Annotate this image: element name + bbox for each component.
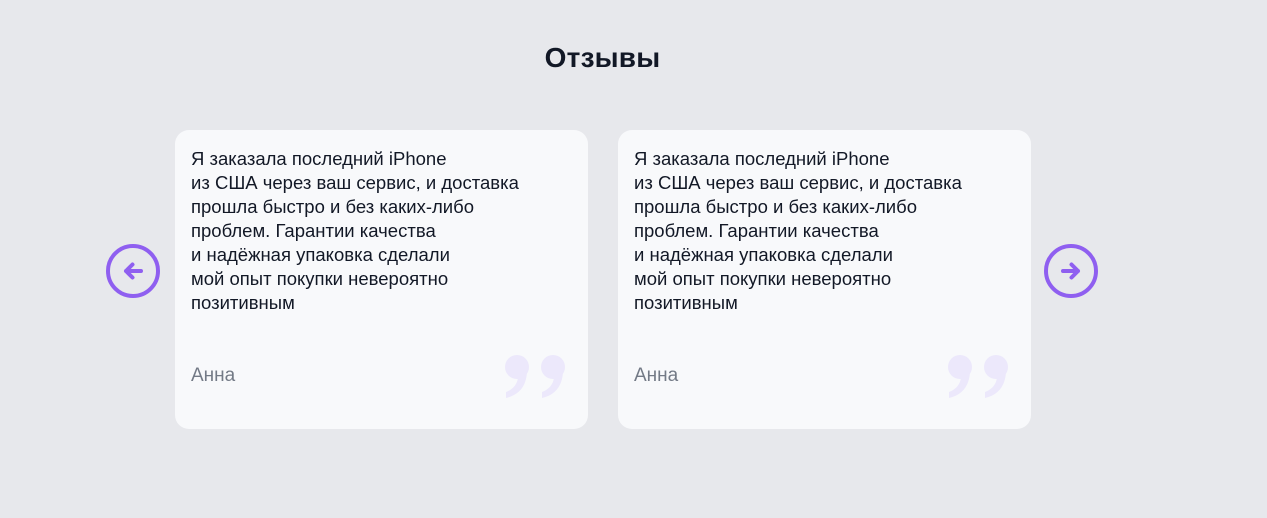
quote-icon	[505, 355, 565, 398]
review-author: Анна	[634, 365, 679, 386]
arrow-left-circle-icon	[124, 262, 143, 280]
next-button[interactable]	[1044, 244, 1098, 298]
review-text: Я заказала последний iPhone из США через…	[634, 148, 962, 313]
review-card: Я заказала последний iPhone из США через…	[175, 130, 588, 429]
review-card: Я заказала последний iPhone из США через…	[618, 130, 1031, 429]
arrow-right-circle-icon	[1061, 262, 1080, 280]
section-title: Отзывы	[544, 42, 661, 73]
prev-button[interactable]	[106, 244, 160, 298]
review-author: Анна	[191, 365, 236, 386]
quote-icon	[948, 355, 1008, 398]
review-text: Я заказала последний iPhone из США через…	[191, 148, 519, 313]
